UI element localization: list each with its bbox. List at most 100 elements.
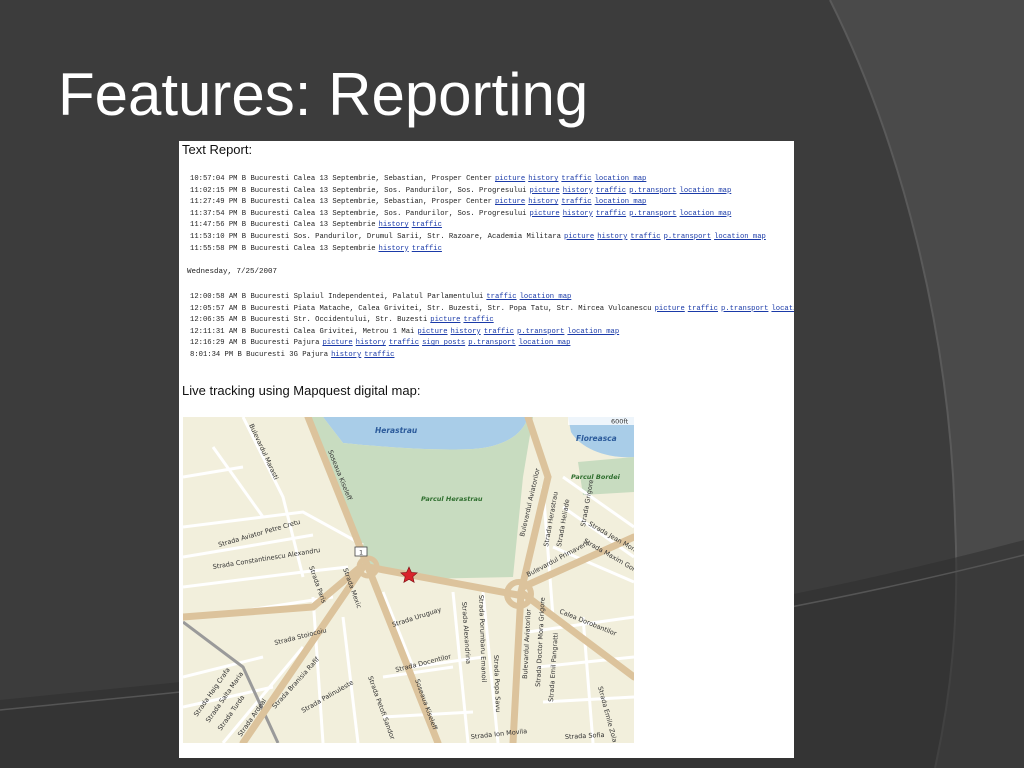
entry-link-picture[interactable]: picture bbox=[430, 316, 460, 324]
map-scale-label: 600ft bbox=[611, 418, 629, 426]
entry-plate: B bbox=[241, 209, 247, 218]
entry-link-traffic[interactable]: traffic bbox=[412, 221, 442, 229]
entry-link-traffic[interactable]: traffic bbox=[596, 187, 626, 195]
entry-link-traffic[interactable]: traffic bbox=[561, 198, 591, 206]
entry-link-p-transport[interactable]: p.transport bbox=[721, 305, 768, 313]
entry-location: Bucuresti Calea 13 Septembrie bbox=[250, 221, 376, 230]
entry-link-traffic[interactable]: traffic bbox=[484, 328, 514, 336]
report-entry: 12:06:35 AM B Bucuresti Str. Occidentulu… bbox=[190, 315, 794, 327]
entry-link-location-map[interactable]: location map bbox=[520, 293, 572, 301]
entry-location: Bucuresti Sos. Pandurilor, Drumul Sarii,… bbox=[250, 232, 561, 241]
report-entry: 11:47:56 PM B Bucuresti Calea 13 Septemb… bbox=[190, 220, 794, 232]
entry-link-picture[interactable]: picture bbox=[495, 175, 525, 183]
entry-time: 11:02:15 PM bbox=[190, 186, 238, 195]
entry-location: Bucuresti Calea 13 Septembrie bbox=[250, 244, 376, 253]
report-entry: 11:37:54 PM B Bucuresti Calea 13 Septemb… bbox=[190, 209, 794, 221]
report-entry: 11:55:58 PM B Bucuresti Calea 13 Septemb… bbox=[190, 244, 794, 256]
entry-link-history[interactable]: history bbox=[528, 198, 558, 206]
entry-link-history[interactable]: history bbox=[356, 339, 386, 347]
entry-link-history[interactable]: history bbox=[331, 351, 361, 359]
entry-link-picture[interactable]: picture bbox=[322, 339, 352, 347]
entry-time: 12:00:58 AM bbox=[190, 293, 238, 301]
entry-link-location-map[interactable]: location map bbox=[519, 339, 571, 347]
report-entry: 12:11:31 AM B Bucuresti Calea Grivitei, … bbox=[190, 327, 794, 339]
entry-time: 10:57:04 PM bbox=[190, 175, 238, 183]
entry-plate: B bbox=[241, 244, 247, 253]
entry-plate: B bbox=[241, 175, 247, 183]
entry-time: 12:11:31 AM bbox=[190, 327, 238, 336]
entry-link-location[interactable]: location bbox=[771, 305, 794, 313]
entry-location: Bucuresti Calea 13 Septembrie, Sebastian… bbox=[250, 175, 492, 183]
entry-link-p-transport[interactable]: p.transport bbox=[629, 210, 676, 218]
entry-link-p-transport[interactable]: p.transport bbox=[664, 233, 711, 241]
entry-link-location-map[interactable]: location map bbox=[680, 210, 732, 218]
entry-plate: B bbox=[241, 186, 247, 195]
entry-link-traffic[interactable]: traffic bbox=[364, 351, 394, 359]
entry-link-picture[interactable]: picture bbox=[529, 187, 559, 195]
entry-link-history[interactable]: history bbox=[379, 221, 409, 229]
report-panel: Text Report: 10:57:04 PM B Bucuresti Cal… bbox=[179, 141, 794, 758]
entry-link-p-transport[interactable]: p.transport bbox=[517, 328, 564, 336]
slide-title: Features: Reporting bbox=[58, 61, 589, 128]
live-tracking-heading: Live tracking using Mapquest digital map… bbox=[182, 383, 421, 398]
entry-plate: B bbox=[241, 304, 247, 313]
entry-link-p-transport[interactable]: p.transport bbox=[629, 187, 676, 195]
entry-plate: B bbox=[241, 293, 247, 301]
entry-link-history[interactable]: history bbox=[528, 175, 558, 183]
entry-link-location-map[interactable]: location map bbox=[595, 175, 647, 183]
entry-plate: B bbox=[241, 232, 247, 241]
entry-link-history[interactable]: history bbox=[563, 210, 593, 218]
entry-time: 11:55:58 PM bbox=[190, 244, 238, 253]
entry-link-location-map[interactable]: location map bbox=[680, 187, 732, 195]
entry-location: Bucuresti Calea 13 Septembrie, Sos. Pand… bbox=[250, 209, 527, 218]
entry-link-history[interactable]: history bbox=[563, 187, 593, 195]
map-label-herastrau: Herastrau bbox=[375, 426, 418, 435]
entry-link-history[interactable]: history bbox=[597, 233, 627, 241]
route-marker-label: 1 bbox=[359, 549, 363, 557]
entry-link-traffic[interactable]: traffic bbox=[596, 210, 626, 218]
entry-plate: B bbox=[241, 221, 247, 230]
entry-location: Bucuresti Splaiul Independentei, Palatul… bbox=[250, 293, 484, 301]
entry-location: Bucuresti Calea 13 Septembrie, Sebastian… bbox=[250, 198, 492, 207]
entry-link-traffic[interactable]: traffic bbox=[688, 305, 718, 313]
entry-time: 12:05:57 AM bbox=[190, 304, 238, 313]
entry-link-traffic[interactable]: traffic bbox=[486, 293, 516, 301]
entry-plate: B bbox=[241, 198, 247, 207]
report-entry: 12:00:58 AM B Bucuresti Splaiul Independ… bbox=[190, 292, 794, 304]
entry-location: Bucuresti Pajura bbox=[250, 339, 320, 348]
entry-location: Bucuresti Piata Matache, Calea Grivitei,… bbox=[250, 304, 652, 313]
entry-time: 11:53:10 PM bbox=[190, 232, 238, 241]
report-entry: 11:53:10 PM B Bucuresti Sos. Pandurilor,… bbox=[190, 232, 794, 244]
entry-link-location-map[interactable]: location map bbox=[595, 198, 647, 206]
entry-link-picture[interactable]: picture bbox=[495, 198, 525, 206]
date-header: Wednesday, 7/25/2007 bbox=[187, 268, 278, 276]
report-entry: 12:05:57 AM B Bucuresti Piata Matache, C… bbox=[190, 304, 794, 316]
entry-time: 11:47:56 PM bbox=[190, 221, 238, 230]
report-entry: 8:01:34 PM B Bucuresti 3G Pajura history t… bbox=[190, 350, 794, 362]
entry-link-traffic[interactable]: traffic bbox=[630, 233, 660, 241]
report-entry: 11:27:49 PM B Bucuresti Calea 13 Septemb… bbox=[190, 197, 794, 209]
entry-link-history[interactable]: history bbox=[379, 245, 409, 253]
entry-link-traffic[interactable]: traffic bbox=[389, 339, 419, 347]
entry-link-traffic[interactable]: traffic bbox=[463, 316, 493, 324]
entry-time: 11:27:49 PM bbox=[190, 198, 238, 207]
entry-time: 11:37:54 PM bbox=[190, 209, 238, 218]
entry-link-picture[interactable]: picture bbox=[529, 210, 559, 218]
entry-link-picture[interactable]: picture bbox=[417, 328, 447, 336]
entry-time: 12:16:29 AM bbox=[190, 339, 238, 348]
entry-link-location-map[interactable]: location map bbox=[567, 328, 619, 336]
entry-link-traffic[interactable]: traffic bbox=[412, 245, 442, 253]
entry-location: Bucuresti Calea 13 Septembrie, Sos. Pand… bbox=[250, 186, 527, 195]
entry-link-picture[interactable]: picture bbox=[564, 233, 594, 241]
entry-link-history[interactable]: history bbox=[451, 328, 481, 336]
map-view[interactable]: 1 600ft Herastrau Floreasca Parcul Borde… bbox=[183, 417, 634, 743]
entry-location: Bucuresti Calea Grivitei, Metrou 1 Mai bbox=[250, 327, 415, 336]
entry-link-traffic[interactable]: traffic bbox=[561, 175, 591, 183]
report-entry: 12:16:29 AM B Bucuresti Pajura picture his… bbox=[190, 338, 794, 350]
entry-link-picture[interactable]: picture bbox=[655, 305, 685, 313]
entry-link-p-transport[interactable]: p.transport bbox=[468, 339, 515, 347]
entry-link-location-map[interactable]: location map bbox=[714, 233, 766, 241]
entry-location: Bucuresti 3G Pajura bbox=[246, 350, 329, 359]
entry-plate: B bbox=[237, 350, 242, 359]
entry-link-sign-posts[interactable]: sign posts bbox=[422, 339, 465, 347]
